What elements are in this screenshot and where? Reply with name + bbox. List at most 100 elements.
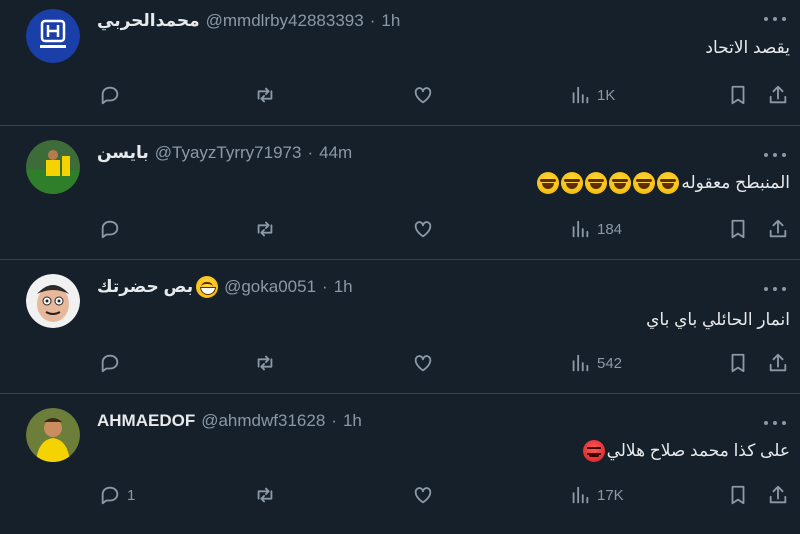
reply-button[interactable] xyxy=(99,216,121,242)
more-options-icon[interactable] xyxy=(764,418,786,428)
tweet-text: المنبطح معقوله xyxy=(537,172,790,194)
views-icon xyxy=(572,354,589,372)
bookmark-button[interactable] xyxy=(727,350,749,376)
reply-icon xyxy=(101,486,119,505)
tweet-header: AHMAEDOF @ahmdwf31628 · 1h xyxy=(97,408,362,434)
views-button[interactable]: 184 xyxy=(569,216,622,242)
share-button[interactable] xyxy=(767,216,789,242)
timestamp[interactable]: 1h xyxy=(381,11,400,31)
reply-icon xyxy=(101,86,119,105)
tweet-actions: 542 xyxy=(0,350,800,376)
timestamp[interactable]: 1h xyxy=(343,411,362,431)
tweet-header: بص حضرتك @goka0051 · 1h xyxy=(97,274,353,300)
separator: · xyxy=(307,143,314,162)
separator: · xyxy=(369,11,376,30)
bookmark-icon xyxy=(731,353,745,373)
bookmark-button[interactable] xyxy=(727,482,749,508)
grinning-emoji-icon xyxy=(196,276,219,298)
reply-button[interactable]: 1 xyxy=(99,482,135,508)
avatar[interactable] xyxy=(26,274,80,328)
laughing-emoji-icon xyxy=(633,172,656,194)
retweet-button[interactable] xyxy=(254,482,276,508)
user-handle[interactable]: @goka0051 xyxy=(224,277,316,297)
like-button[interactable] xyxy=(412,216,434,242)
tweet-feed: محمدالحربي @mmdlrby42883393 · 1h يقصد ال… xyxy=(0,0,800,534)
laughing-emoji-icon xyxy=(585,172,608,194)
separator: · xyxy=(322,277,328,296)
avatar[interactable] xyxy=(26,9,80,63)
tweet-header: بايسن @TyayzTyrry71973 · 44m xyxy=(97,140,352,166)
retweet-icon xyxy=(257,355,273,371)
bookmark-icon xyxy=(731,485,745,505)
separator: · xyxy=(331,411,337,430)
views-count: 17K xyxy=(597,486,624,504)
views-icon xyxy=(572,220,589,238)
bookmark-button[interactable] xyxy=(727,82,749,108)
share-icon xyxy=(769,85,787,104)
laughing-emoji-icon xyxy=(561,172,584,194)
timestamp[interactable]: 44m xyxy=(319,143,352,163)
bookmark-button[interactable] xyxy=(727,216,749,242)
views-button[interactable]: 542 xyxy=(569,350,622,376)
avatar[interactable] xyxy=(26,140,80,194)
user-handle[interactable]: @ahmdwf31628 xyxy=(201,411,325,431)
tweet-actions: 1 17K xyxy=(0,482,800,508)
like-button[interactable] xyxy=(412,482,434,508)
views-count: 1K xyxy=(597,86,616,104)
display-name[interactable]: بايسن xyxy=(97,143,149,163)
retweet-button[interactable] xyxy=(254,216,276,242)
heart-icon xyxy=(414,355,432,372)
tweet[interactable]: بايسن @TyayzTyrry71973 · 44m المنبطح معق… xyxy=(0,126,800,260)
display-name[interactable]: AHMAEDOF xyxy=(97,411,195,431)
heart-icon xyxy=(414,87,432,104)
display-name[interactable]: محمدالحربي xyxy=(97,11,200,31)
tweet-actions: 1K xyxy=(0,82,800,108)
angry-face-emoji-icon xyxy=(582,440,605,462)
views-count: 184 xyxy=(597,220,623,238)
retweet-button[interactable] xyxy=(254,350,276,376)
retweet-icon xyxy=(257,221,273,237)
more-options-icon[interactable] xyxy=(764,14,786,24)
tweet-header: محمدالحربي @mmdlrby42883393 · 1h xyxy=(97,8,400,34)
tweet[interactable]: محمدالحربي @mmdlrby42883393 · 1h يقصد ال… xyxy=(0,0,800,126)
laughing-emoji-icon xyxy=(609,172,632,194)
heart-icon xyxy=(414,487,432,504)
views-button[interactable]: 1K xyxy=(569,82,615,108)
laughing-emoji-icon xyxy=(657,172,680,194)
share-icon xyxy=(769,219,787,238)
reply-icon xyxy=(101,220,119,239)
share-icon xyxy=(769,485,787,504)
more-options-icon[interactable] xyxy=(764,150,786,160)
retweet-icon xyxy=(257,87,273,103)
heart-icon xyxy=(414,221,432,238)
retweet-button[interactable] xyxy=(254,82,276,108)
views-icon xyxy=(572,86,589,104)
user-handle[interactable]: @mmdlrby42883393 xyxy=(206,11,364,31)
tweet-text: انمار الحائلي باي باي xyxy=(646,310,790,329)
reply-button[interactable] xyxy=(99,82,121,108)
tweet[interactable]: AHMAEDOF @ahmdwf31628 · 1h على كذا محمد … xyxy=(0,394,800,534)
like-button[interactable] xyxy=(412,82,434,108)
share-button[interactable] xyxy=(767,82,789,108)
tweet-text: على كذا محمد صلاح هلالي xyxy=(582,440,790,462)
bookmark-icon xyxy=(731,219,745,239)
laughing-emoji-icon xyxy=(537,172,560,194)
timestamp[interactable]: 1h xyxy=(334,277,353,297)
display-name[interactable]: بص حضرتك xyxy=(97,276,219,298)
tweet-text: يقصد الاتحاد xyxy=(705,38,790,57)
more-options-icon[interactable] xyxy=(764,284,786,294)
like-button[interactable] xyxy=(412,350,434,376)
tweet[interactable]: بص حضرتك @goka0051 · 1h انمار الحائلي با… xyxy=(0,260,800,394)
views-count: 542 xyxy=(597,354,623,372)
avatar[interactable] xyxy=(26,408,80,462)
share-button[interactable] xyxy=(767,350,789,376)
share-button[interactable] xyxy=(767,482,789,508)
tweet-actions: 184 xyxy=(0,216,800,242)
share-icon xyxy=(769,353,787,372)
user-handle[interactable]: @TyayzTyrry71973 xyxy=(155,143,302,163)
retweet-icon xyxy=(257,487,273,503)
views-button[interactable]: 17K xyxy=(569,482,624,508)
reply-count: 1 xyxy=(127,486,136,504)
reply-icon xyxy=(101,354,119,373)
reply-button[interactable] xyxy=(99,350,121,376)
